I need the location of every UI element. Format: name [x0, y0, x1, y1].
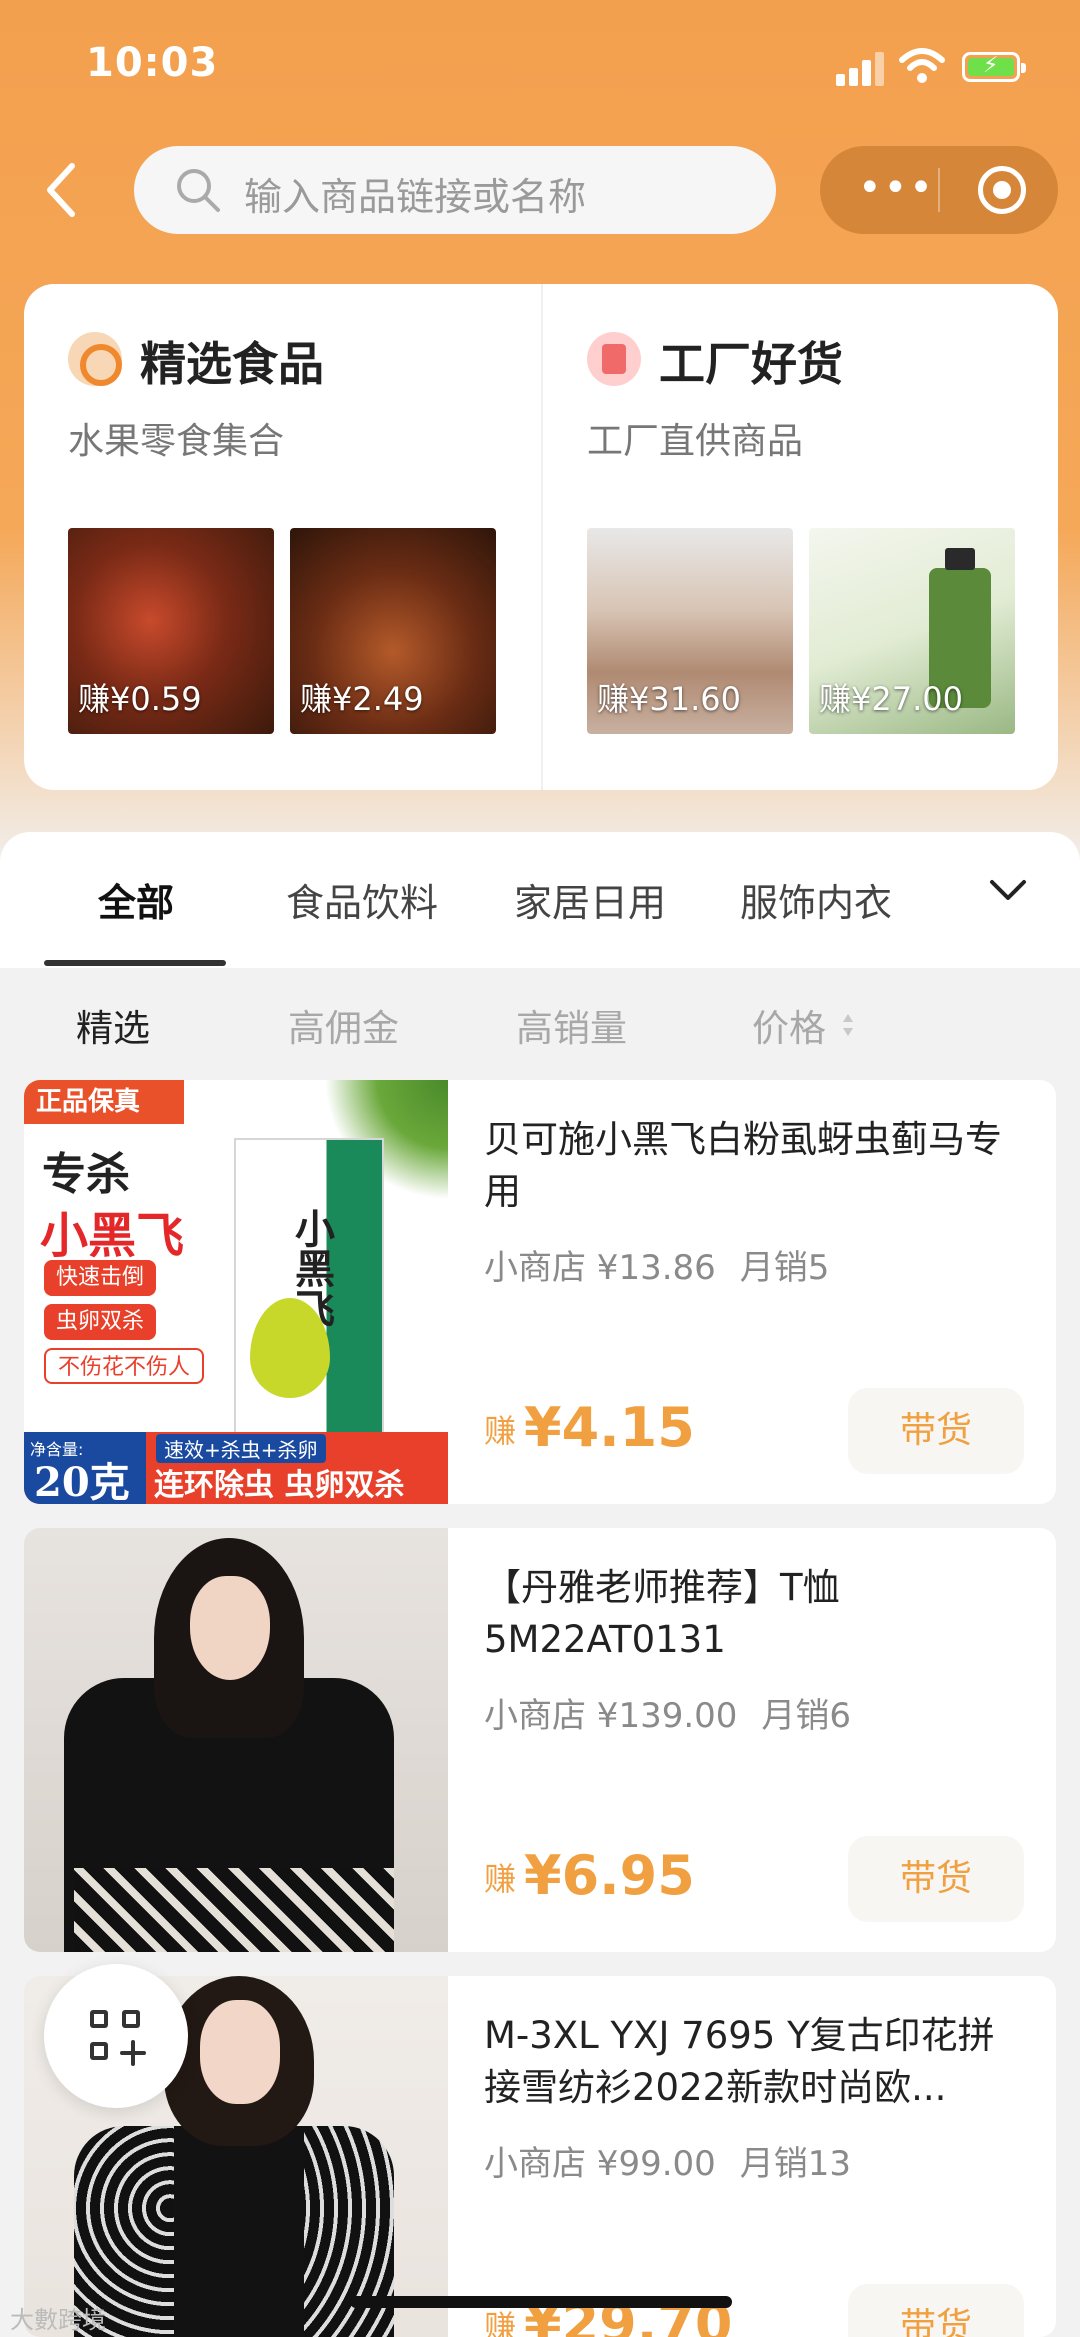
monthly-sales: 月销5	[739, 1248, 830, 1288]
product-meta: 小商店 ¥13.86 月销5	[484, 1240, 829, 1289]
tab-apparel[interactable]: 服饰内衣	[740, 872, 892, 927]
search-input[interactable]: 输入商品链接或名称	[134, 146, 776, 234]
promo-thumb[interactable]: 赚¥2.49	[290, 528, 496, 734]
sort-high-commission[interactable]: 高佣金	[288, 998, 399, 1052]
promo-earn: 赚¥2.49	[300, 680, 424, 718]
shop-price: 小商店 ¥139.00	[484, 1696, 738, 1736]
box-text: 小黑飞	[288, 1208, 334, 1328]
product-name: M-3XL YXJ 7695 Y复古印花拼接雪纺衫2022新款时尚欧...	[484, 2014, 995, 2109]
earn-label: 赚	[484, 2308, 517, 2337]
product-name: 贝可施小黑飞白粉虱蚜虫蓟马专用	[484, 1118, 1002, 1213]
promo-thumb[interactable]: 赚¥27.00	[809, 528, 1015, 734]
close-miniprogram-icon[interactable]	[978, 166, 1026, 214]
image-pill: 快速击倒	[44, 1260, 157, 1296]
watermark: 大數跨境	[10, 2306, 106, 2334]
weight-value: 20克	[34, 1459, 130, 1504]
earn-row: 赚 ¥6.95	[484, 1844, 695, 1907]
product-meta: 小商店 ¥139.00 月销6	[484, 1688, 851, 1737]
product-name: 【丹雅老师推荐】T恤 5M22AT0131	[484, 1566, 840, 1661]
capsule-divider	[938, 168, 940, 212]
food-icon	[68, 332, 122, 386]
factory-bag-icon	[587, 332, 641, 386]
image-headline-red: 小黑飞	[40, 1208, 185, 1264]
promo-earn: 赚¥27.00	[819, 680, 963, 718]
tab-all[interactable]: 全部	[98, 872, 174, 927]
image-tag: 正品保真	[24, 1080, 184, 1124]
product-image: 正品保真 专杀 小黑飞 快速击倒 虫卵双杀 不伤花不伤人 小黑飞 净含量: 20…	[24, 1080, 448, 1504]
wifi-icon	[899, 48, 945, 83]
sort-price[interactable]: 价格	[752, 998, 826, 1052]
active-tab-indicator	[44, 960, 226, 966]
promo-subtitle: 工厂直供商品	[587, 421, 804, 462]
product-card[interactable]: 正品保真 专杀 小黑飞 快速击倒 虫卵双杀 不伤花不伤人 小黑飞 净含量: 20…	[24, 1080, 1056, 1504]
product-meta: 小商店 ¥99.00 月销13	[484, 2136, 851, 2185]
sort-high-sales[interactable]: 高销量	[516, 998, 627, 1052]
grid-add-icon	[90, 2042, 108, 2060]
shop-price: 小商店 ¥99.00	[484, 2144, 716, 2184]
image-bottom-banner: 净含量: 20克 速效+杀虫+杀卵 连环除虫 虫卵双杀	[24, 1432, 448, 1504]
product-card[interactable]: 【丹雅老师推荐】T恤 5M22AT0131 小商店 ¥139.00 月销6 赚 ¥6…	[24, 1528, 1056, 1952]
promo-thumb[interactable]: 赚¥31.60	[587, 528, 793, 734]
floating-grid-button[interactable]	[44, 1964, 188, 2108]
status-bar: 10:03 ⚡	[0, 0, 1080, 130]
tab-food-drink[interactable]: 食品饮料	[286, 872, 438, 927]
sell-button[interactable]: 带货	[848, 2284, 1024, 2337]
search-icon	[177, 169, 220, 212]
image-headline: 专杀	[42, 1149, 130, 1200]
search-placeholder: 输入商品链接或名称	[244, 175, 587, 219]
promo-title: 精选食品	[140, 337, 324, 391]
sell-button[interactable]: 带货	[848, 1388, 1024, 1474]
plus-icon	[120, 2040, 146, 2066]
monthly-sales: 月销13	[739, 2144, 852, 2184]
grid-add-icon	[90, 2010, 108, 2028]
promo-thumb[interactable]: 赚¥0.59	[68, 528, 274, 734]
image-pill: 不伤花不伤人	[44, 1348, 205, 1384]
earn-label: 赚	[484, 1412, 517, 1450]
weight-badge: 净含量: 20克	[24, 1432, 146, 1504]
model-skirt	[74, 1868, 394, 1952]
promo-card: 精选食品 水果零食集合 赚¥0.59 赚¥2.49 工厂好货 工厂直供商品 赚¥…	[24, 284, 1058, 790]
promo-earn: 赚¥31.60	[597, 680, 741, 718]
back-icon[interactable]	[40, 160, 84, 220]
shop-price: 小商店 ¥13.86	[484, 1248, 716, 1288]
promo-factory-goods[interactable]: 工厂好货 工厂直供商品 赚¥31.60 赚¥27.00	[541, 284, 1058, 790]
sort-featured[interactable]: 精选	[76, 998, 150, 1052]
tab-home-daily[interactable]: 家居日用	[514, 872, 666, 927]
promo-earn: 赚¥0.59	[78, 680, 202, 718]
effect-text: 速效+杀虫+杀卵	[156, 1434, 326, 1463]
slogan-text: 连环除虫 虫卵双杀	[154, 1468, 405, 1503]
product-image	[24, 1528, 448, 1952]
more-icon[interactable]: •••	[858, 168, 933, 212]
promo-title: 工厂好货	[659, 337, 843, 391]
battery-icon: ⚡	[962, 52, 1026, 82]
chevron-down-icon[interactable]	[986, 868, 1030, 912]
earn-amount: ¥4.15	[524, 1396, 695, 1459]
model-face	[190, 1576, 270, 1680]
miniprogram-capsule: •••	[820, 146, 1058, 234]
earn-label: 赚	[484, 1860, 517, 1898]
sell-button[interactable]: 带货	[848, 1836, 1024, 1922]
status-time: 10:03	[86, 40, 219, 86]
home-indicator	[350, 2296, 732, 2308]
earn-amount: ¥6.95	[524, 1844, 695, 1907]
category-tabs: 全部 食品饮料 家居日用 服饰内衣	[0, 832, 1080, 968]
grid-add-icon	[122, 2010, 140, 2028]
sort-arrows-icon	[843, 1014, 853, 1036]
sort-bar: 精选 高佣金 高销量 价格	[0, 968, 1080, 1076]
signal-icon	[836, 52, 884, 86]
image-pill: 虫卵双杀	[44, 1304, 157, 1340]
model-face	[200, 2000, 280, 2104]
promo-selected-food[interactable]: 精选食品 水果零食集合 赚¥0.59 赚¥2.49	[24, 284, 541, 790]
earn-row: 赚 ¥4.15	[484, 1396, 695, 1459]
promo-subtitle: 水果零食集合	[68, 421, 285, 462]
monthly-sales: 月销6	[761, 1696, 852, 1736]
model-center	[174, 2126, 304, 2337]
